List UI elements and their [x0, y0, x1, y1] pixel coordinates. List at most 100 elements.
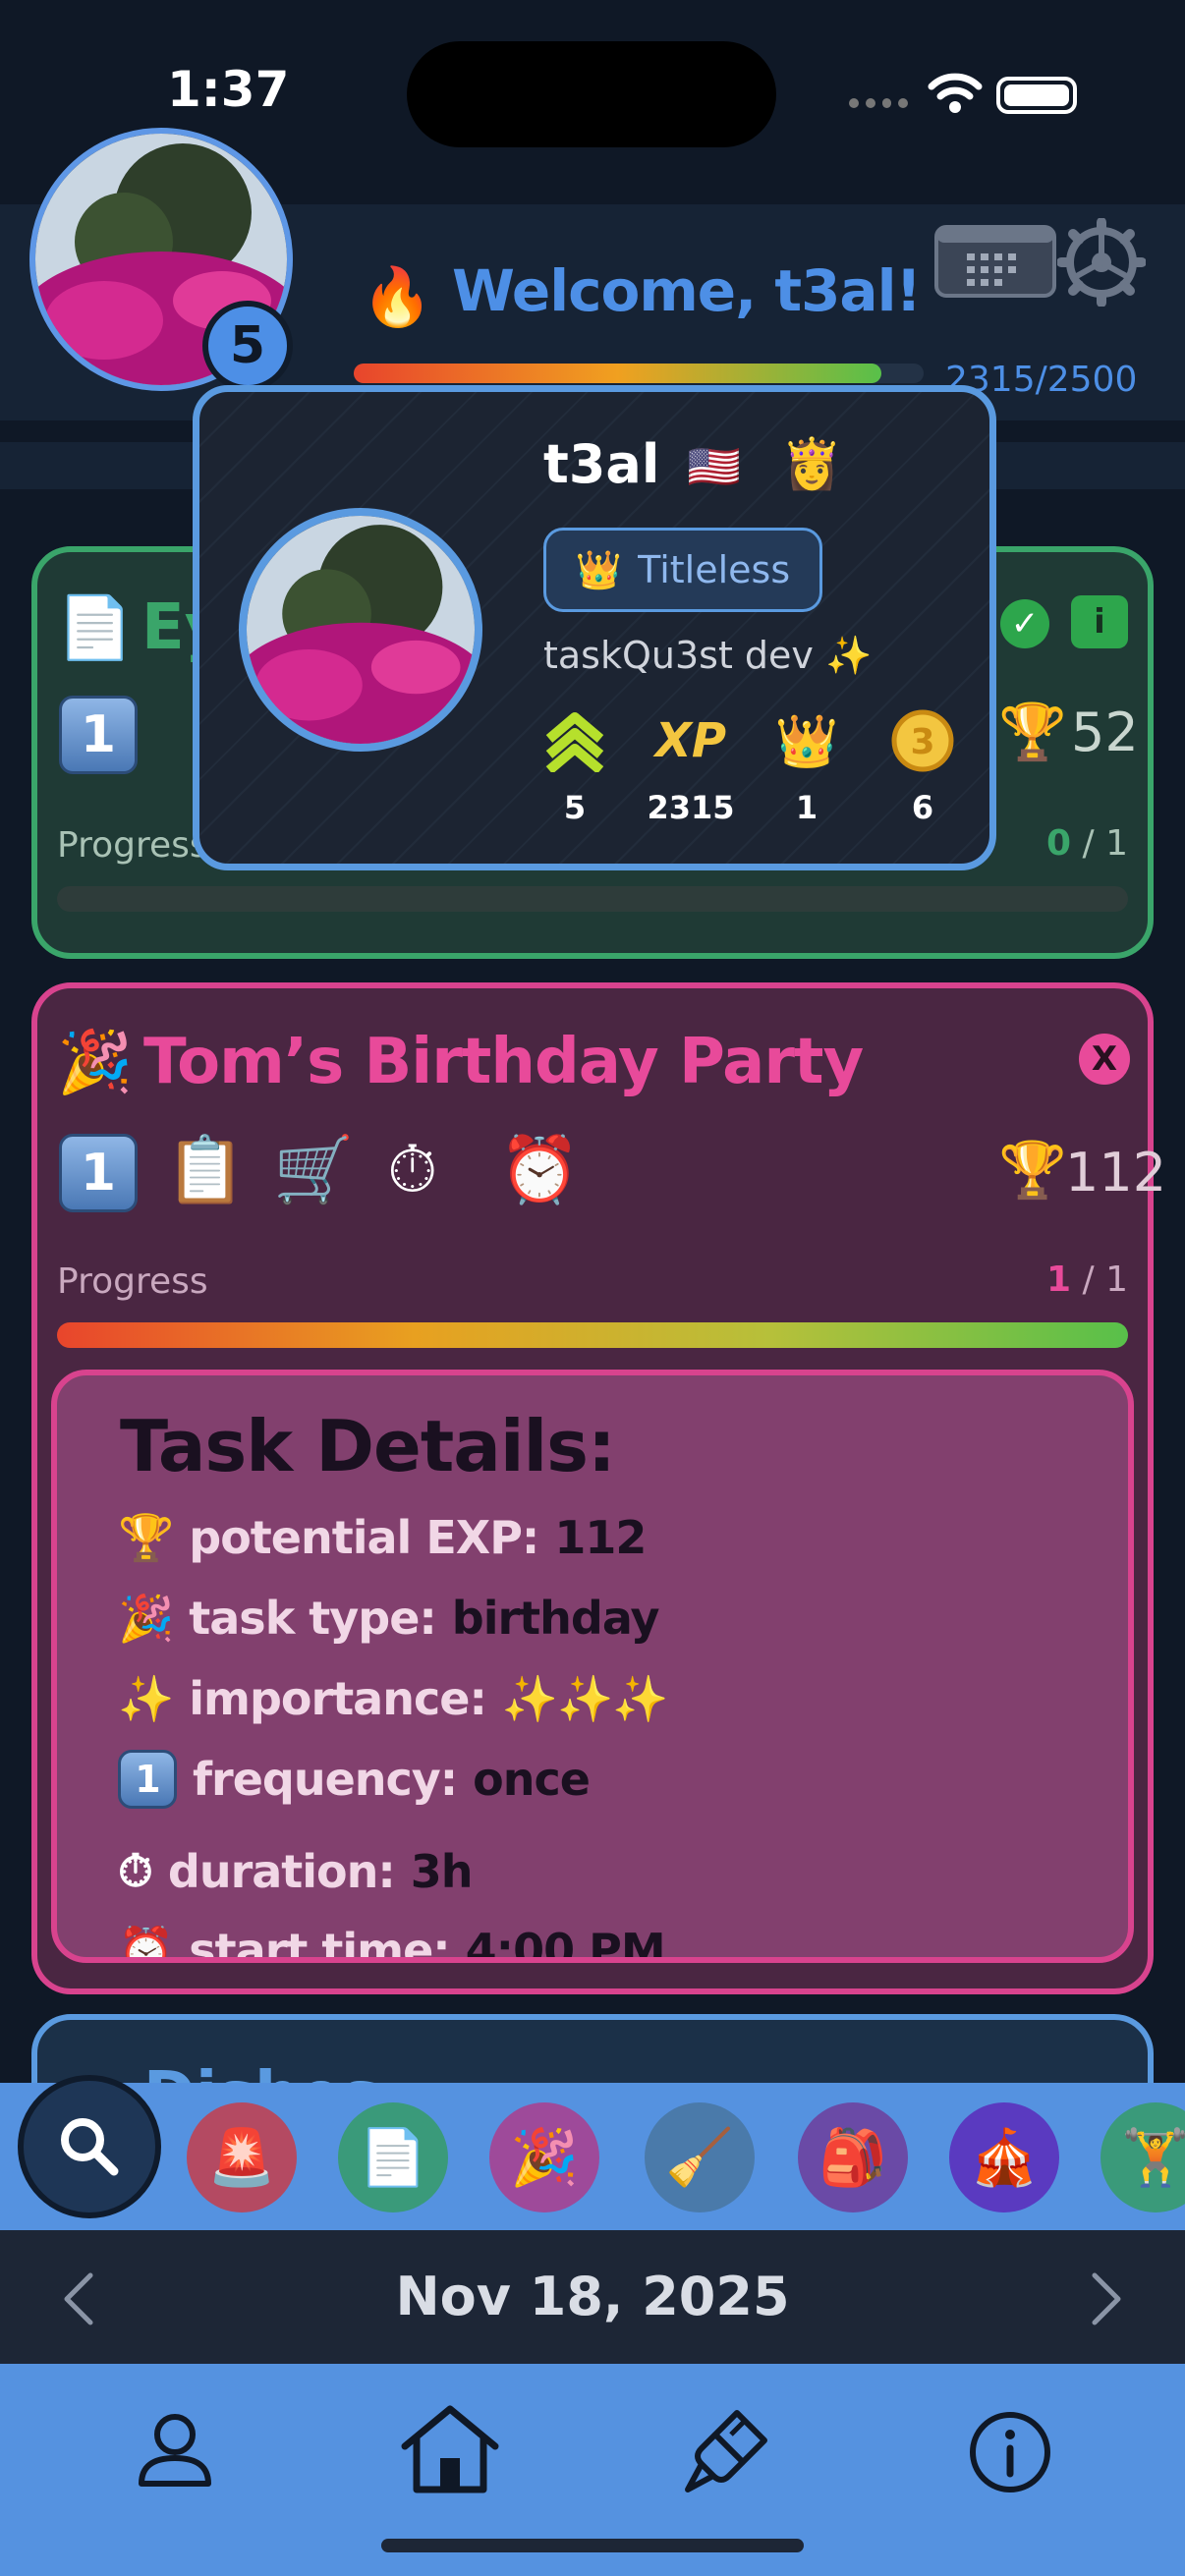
- stat-value: 6: [911, 789, 934, 826]
- gear-icon[interactable]: [1057, 218, 1146, 307]
- detail-value: ✨✨✨: [501, 1671, 669, 1725]
- detail-value: once: [473, 1753, 591, 1806]
- stopwatch-icon: ⏱: [387, 1132, 438, 1207]
- stat-value: 1: [795, 789, 818, 826]
- info-tab-icon[interactable]: [967, 2409, 1053, 2495]
- progress-total: / 1: [1082, 1260, 1128, 1300]
- cellular-icon: [849, 98, 908, 110]
- progress-bar: [57, 1322, 1128, 1348]
- detail-row-exp: 🏆 potential EXP: 112: [118, 1503, 647, 1572]
- info-bubble-icon[interactable]: i: [1071, 595, 1128, 648]
- stopwatch-icon: ⏱: [118, 1844, 153, 1897]
- detail-row-start-time: ⏰ start time: 4:00 PM: [118, 1916, 666, 1963]
- detail-row-type: 🎉 task type: birthday: [118, 1584, 660, 1652]
- status-time: 1:37: [167, 61, 290, 118]
- coin-icon: 3: [864, 706, 982, 775]
- home-tab-icon[interactable]: [399, 2403, 501, 2493]
- category-party-icon[interactable]: 🎉: [489, 2102, 599, 2212]
- progress-label: Progress: [57, 825, 208, 866]
- level-badge: 5: [202, 301, 293, 391]
- stat-crowns: 👑 1: [748, 706, 866, 827]
- crown-icon: 👑: [774, 711, 839, 771]
- stat-value: 5: [563, 789, 587, 826]
- party-popper-icon: 🎉: [57, 1026, 134, 1097]
- detail-label: frequency:: [193, 1753, 458, 1806]
- stat-level: 5: [516, 706, 634, 826]
- detail-value: 3h: [410, 1845, 474, 1898]
- profile-popup[interactable]: t3al 🇺🇸 👸 👑 Titleless taskQu3st dev ✨ 5 …: [193, 385, 996, 870]
- trophy-value: 52: [1071, 701, 1139, 763]
- detail-row-importance: ✨ importance: ✨✨✨: [118, 1664, 669, 1733]
- complete-check-icon[interactable]: ✓: [1000, 599, 1049, 648]
- document-icon: 📄: [57, 591, 134, 663]
- category-document-icon[interactable]: 📄: [338, 2102, 448, 2212]
- detail-label: potential EXP:: [189, 1511, 539, 1564]
- progress-count: 0 / 1: [1046, 823, 1128, 864]
- stat-value: 2315: [647, 789, 735, 826]
- stat-coins: 3 6: [864, 706, 982, 826]
- task-title: Tom’s Birthday Party: [143, 1026, 864, 1098]
- progress-count: 1 / 1: [1046, 1260, 1128, 1300]
- flag-icon: 🇺🇸: [687, 442, 741, 492]
- party-popper-icon: 🎉: [118, 1591, 174, 1645]
- popup-username: t3al: [543, 433, 660, 495]
- title-label: Titleless: [638, 548, 791, 591]
- avatar-photo: [247, 516, 475, 744]
- wifi-icon: [928, 73, 983, 113]
- category-circus-icon[interactable]: 🎪: [949, 2102, 1059, 2212]
- trophy-icon: 🏆: [118, 1510, 174, 1564]
- detail-row-duration: ⏱ duration: 3h: [118, 1837, 474, 1906]
- trophy-icon: 🏆: [998, 1139, 1067, 1203]
- stat-xp: XP 2315: [632, 706, 750, 826]
- progress-label: Progress: [57, 1261, 208, 1302]
- detail-value: 112: [554, 1511, 647, 1564]
- battery-icon: [996, 77, 1077, 114]
- task-details-panel: Task Details: 🏆 potential EXP: 112 🎉 tas…: [51, 1370, 1134, 1963]
- xp-bar-fill: [354, 364, 881, 383]
- progress-total: / 1: [1082, 823, 1128, 864]
- welcome-text: Welcome, t3al!: [452, 257, 922, 324]
- sparkles-icon: ✨: [118, 1671, 174, 1725]
- chevrons-up-icon: [516, 706, 634, 775]
- crown-icon: 👑: [575, 547, 623, 591]
- detail-label: duration:: [167, 1845, 396, 1898]
- detail-label: start time:: [189, 1924, 450, 1963]
- trophy-value: 112: [1065, 1142, 1167, 1204]
- search-button[interactable]: [18, 2075, 161, 2218]
- frequency-badge: 1: [118, 1750, 177, 1809]
- paintbrush-tab-icon[interactable]: [680, 2403, 774, 2497]
- popup-avatar: [239, 508, 482, 752]
- category-backpack-icon[interactable]: 🎒: [798, 2102, 908, 2212]
- alarm-clock-icon: ⏰: [118, 1923, 174, 1963]
- shopping-cart-icon: 🛒: [273, 1132, 355, 1207]
- close-button[interactable]: X: [1079, 1034, 1130, 1085]
- current-date: Nov 18, 2025: [395, 2266, 790, 2327]
- home-indicator: [381, 2539, 804, 2552]
- detail-label: importance:: [189, 1672, 487, 1725]
- calendar-icon[interactable]: [933, 224, 1057, 299]
- progress-done: 0: [1046, 823, 1072, 864]
- detail-row-frequency: 1 frequency: once: [118, 1745, 591, 1814]
- frequency-badge: 1: [59, 1134, 138, 1212]
- search-icon: [61, 2118, 119, 2176]
- profile-tab-icon[interactable]: [134, 2407, 216, 2490]
- alarm-clock-icon: ⏰: [499, 1132, 581, 1207]
- princess-icon: 👸: [781, 435, 843, 492]
- detail-value: birthday: [451, 1592, 660, 1645]
- chevron-right-icon[interactable]: [1087, 2269, 1126, 2328]
- xp-icon: XP: [654, 713, 727, 768]
- clipboard-icon: 📋: [165, 1132, 247, 1207]
- progress-done: 1: [1046, 1260, 1072, 1300]
- details-heading: Task Details:: [120, 1405, 616, 1487]
- dynamic-island: [407, 41, 776, 147]
- detail-label: task type:: [189, 1592, 437, 1645]
- category-broom-icon[interactable]: 🧹: [645, 2102, 755, 2212]
- category-emergency-icon[interactable]: 🚨: [187, 2102, 297, 2212]
- progress-bar: [57, 886, 1128, 912]
- popup-bio: taskQu3st dev ✨: [543, 634, 873, 677]
- frequency-badge: 1: [59, 696, 138, 774]
- detail-value: 4:00 PM: [465, 1924, 666, 1963]
- trophy-icon: 🏆: [998, 700, 1067, 764]
- fire-icon: 🔥: [362, 263, 433, 330]
- title-badge[interactable]: 👑 Titleless: [543, 528, 822, 612]
